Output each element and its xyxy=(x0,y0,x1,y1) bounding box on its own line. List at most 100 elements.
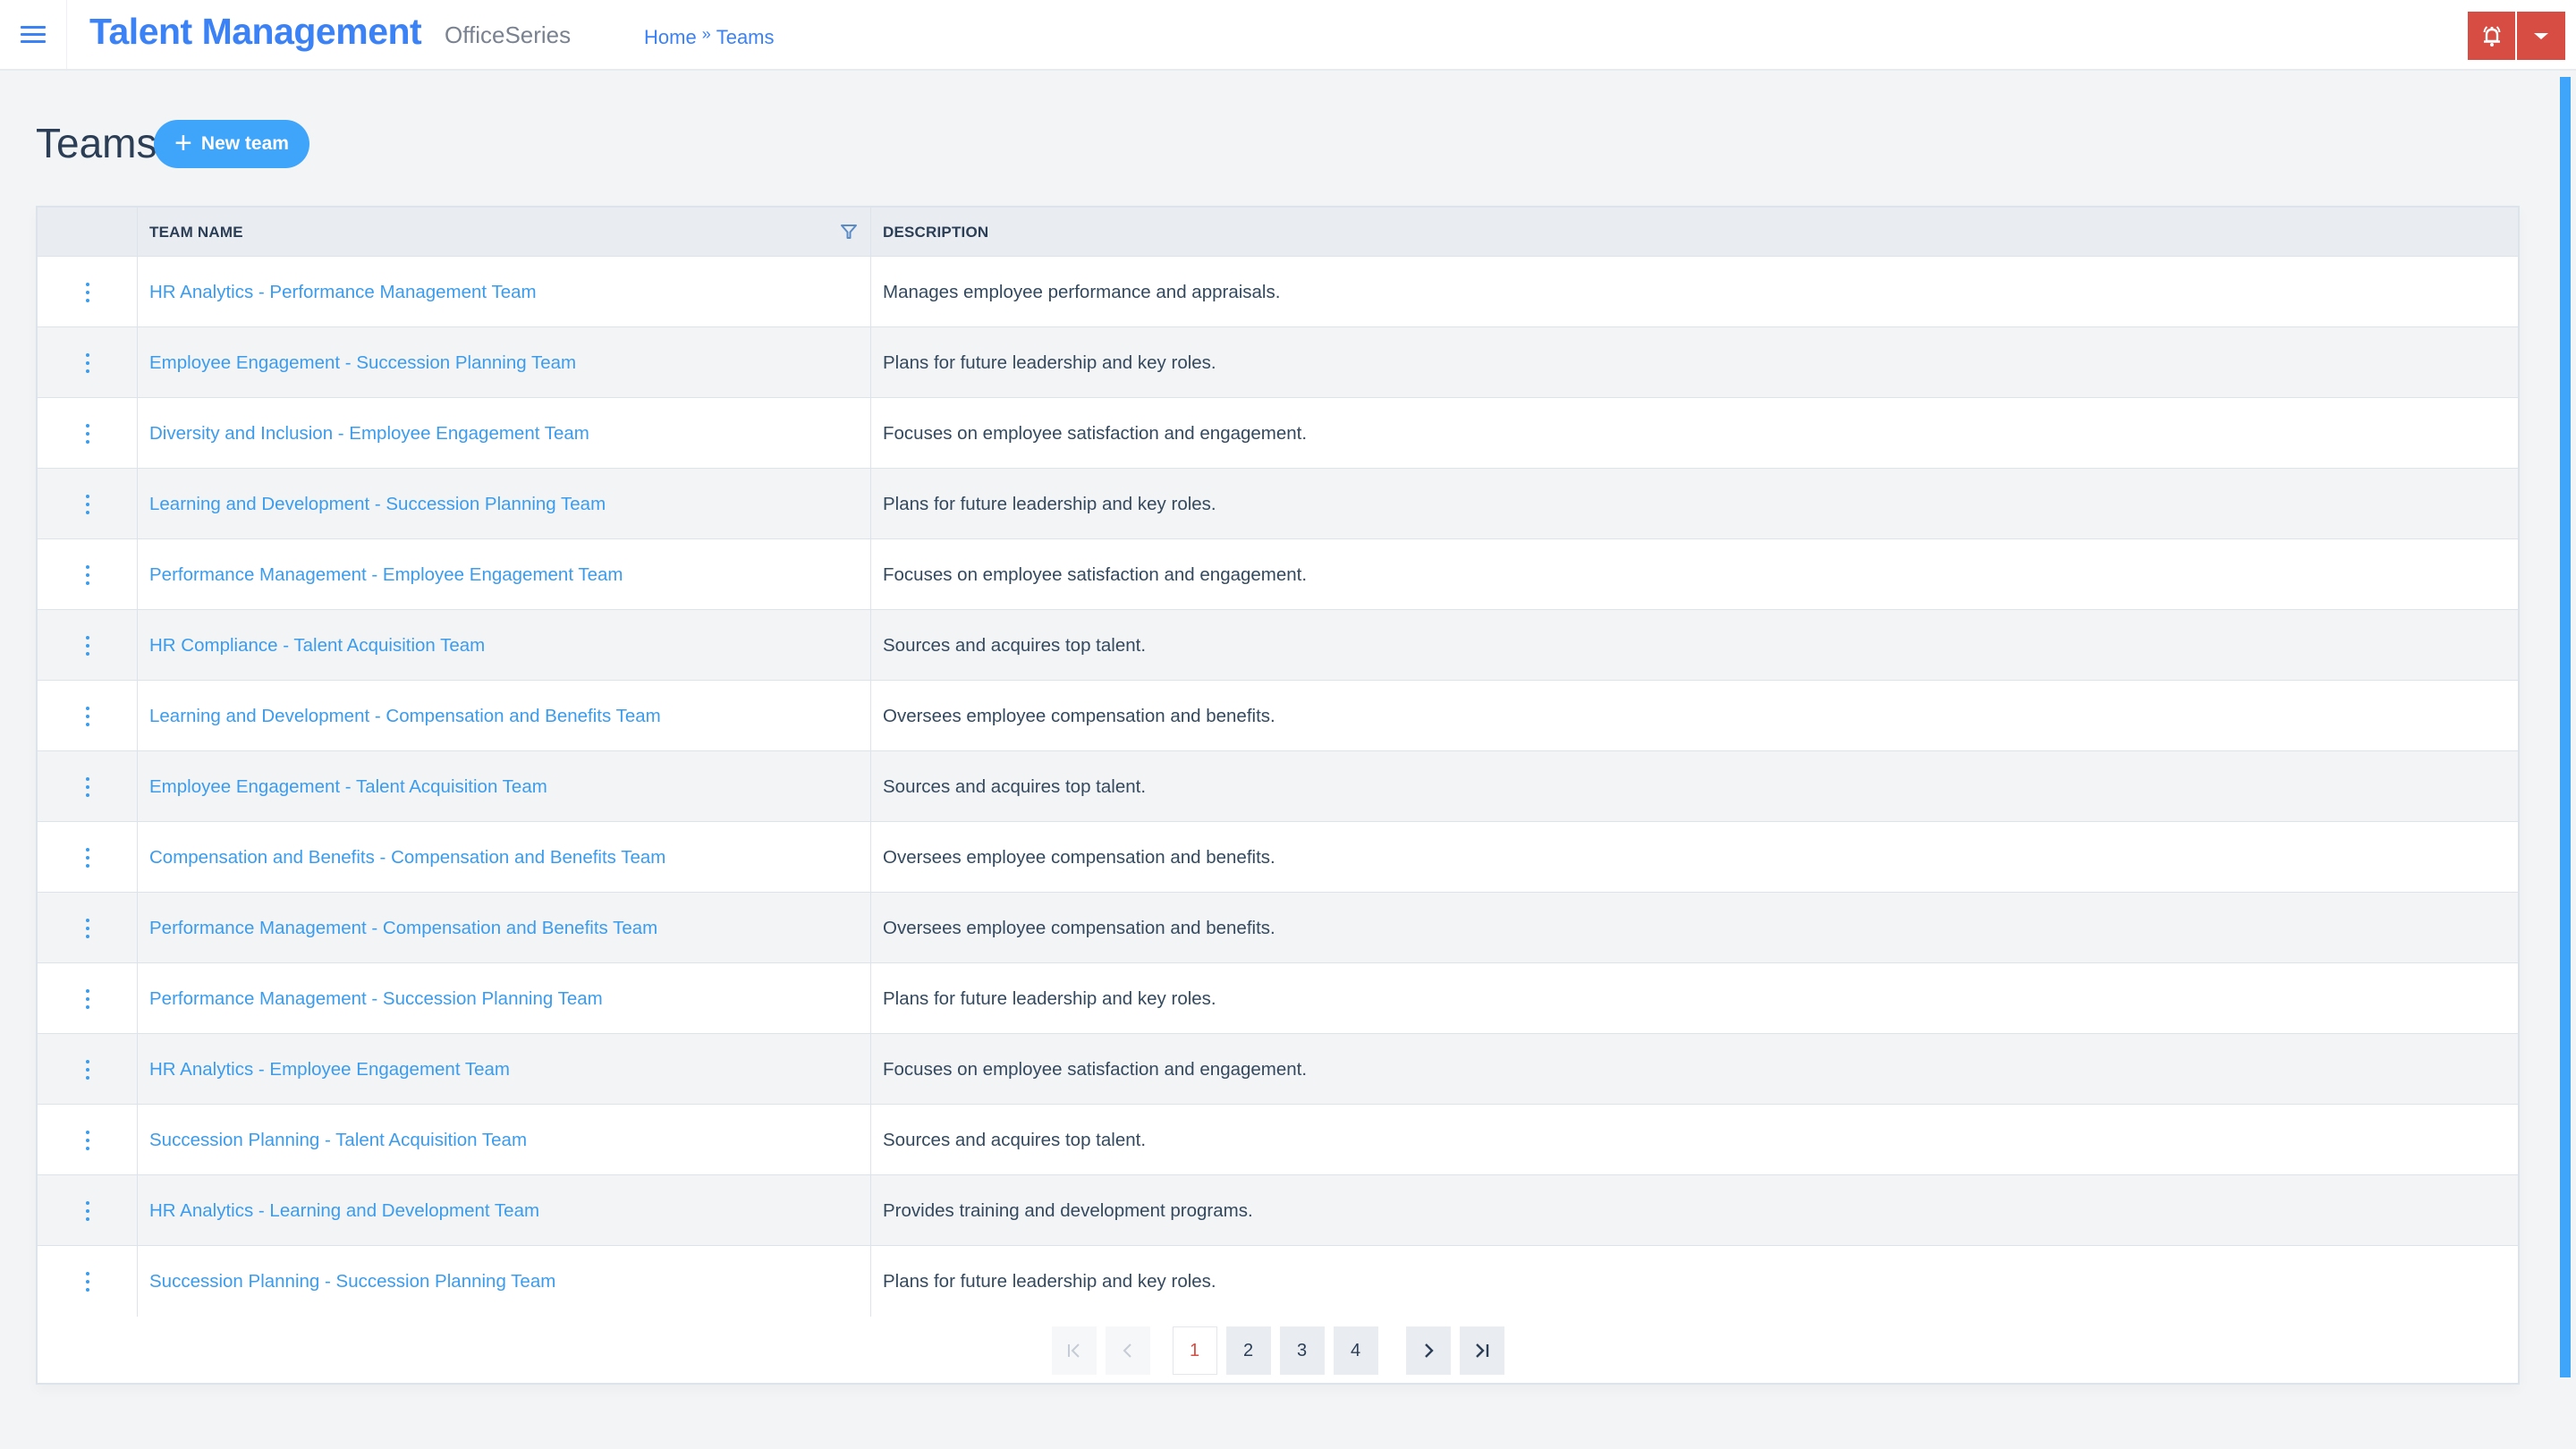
team-name-link[interactable]: HR Compliance - Talent Acquisition Team xyxy=(149,635,485,657)
kebab-menu-icon[interactable] xyxy=(79,420,97,447)
column-header-description[interactable]: DESCRIPTION xyxy=(871,208,2520,257)
kebab-menu-icon[interactable] xyxy=(79,1268,97,1295)
team-name-cell: Succession Planning - Talent Acquisition… xyxy=(138,1105,871,1175)
team-name-link[interactable]: Diversity and Inclusion - Employee Engag… xyxy=(149,423,589,445)
kebab-menu-icon[interactable] xyxy=(79,986,97,1013)
table-row: Performance Management - Employee Engage… xyxy=(38,539,2518,610)
team-name-link[interactable]: HR Analytics - Learning and Development … xyxy=(149,1200,539,1222)
row-actions-cell xyxy=(38,963,138,1034)
description-cell: Provides training and development progra… xyxy=(883,1199,1253,1221)
kebab-menu-icon[interactable] xyxy=(79,350,97,377)
kebab-menu-icon[interactable] xyxy=(79,562,97,589)
team-name-link[interactable]: Performance Management - Compensation an… xyxy=(149,918,657,939)
alerts-button[interactable] xyxy=(2468,12,2515,60)
first-page-icon xyxy=(1067,1343,1080,1358)
team-name-cell: Performance Management - Employee Engage… xyxy=(138,539,871,610)
table-body: HR Analytics - Performance Management Te… xyxy=(38,257,2518,1317)
table-row: Performance Management - Compensation an… xyxy=(38,893,2518,963)
breadcrumb: Home » Teams xyxy=(644,24,775,49)
breadcrumb-teams[interactable]: Teams xyxy=(716,26,775,49)
pagination: 1 2 3 4 xyxy=(38,1326,2518,1376)
team-name-cell: Employee Engagement - Succession Plannin… xyxy=(138,327,871,398)
menu-toggle-button[interactable] xyxy=(0,0,67,69)
team-name-link[interactable]: Succession Planning - Talent Acquisition… xyxy=(149,1130,527,1151)
team-name-cell: Performance Management - Compensation an… xyxy=(138,893,871,963)
kebab-menu-icon[interactable] xyxy=(79,632,97,659)
kebab-menu-icon[interactable] xyxy=(79,279,97,306)
team-name-link[interactable]: Succession Planning - Succession Plannin… xyxy=(149,1271,555,1292)
last-page-icon xyxy=(1475,1343,1488,1358)
description-cell: Sources and acquires top talent. xyxy=(883,634,1147,656)
first-page-button[interactable] xyxy=(1051,1326,1097,1375)
table-row: HR Analytics - Performance Management Te… xyxy=(38,257,2518,327)
kebab-menu-icon[interactable] xyxy=(79,1056,97,1083)
description-cell: Focuses on employee satisfaction and eng… xyxy=(883,1058,1308,1080)
last-page-button[interactable] xyxy=(1459,1326,1504,1375)
table-row: HR Compliance - Talent Acquisition Team S… xyxy=(38,610,2518,681)
vertical-scrollbar[interactable] xyxy=(2560,77,2571,1377)
description-cell: Manages employee performance and apprais… xyxy=(883,281,1281,302)
team-name-link[interactable]: HR Analytics - Employee Engagement Team xyxy=(149,1059,510,1080)
team-name-cell: Compensation and Benefits - Compensation… xyxy=(138,822,871,893)
breadcrumb-home[interactable]: Home xyxy=(644,26,697,49)
table-row: Performance Management - Succession Plan… xyxy=(38,963,2518,1034)
row-actions-cell xyxy=(38,610,138,681)
team-name-cell: Diversity and Inclusion - Employee Engag… xyxy=(138,398,871,469)
row-actions-cell xyxy=(38,1105,138,1175)
chevron-right-icon xyxy=(1424,1343,1434,1358)
next-page-button[interactable] xyxy=(1405,1326,1451,1375)
team-name-cell: Employee Engagement - Talent Acquisition… xyxy=(138,751,871,822)
breadcrumb-separator: » xyxy=(701,24,711,43)
table-row: Compensation and Benefits - Compensation… xyxy=(38,822,2518,893)
team-name-link[interactable]: Performance Management - Employee Engage… xyxy=(149,564,623,586)
team-name-link[interactable]: Employee Engagement - Talent Acquisition… xyxy=(149,776,547,798)
row-actions-cell xyxy=(38,469,138,539)
page-title: Teams xyxy=(36,120,157,166)
page-button-3[interactable]: 3 xyxy=(1279,1326,1325,1375)
table-row: Learning and Development - Compensation … xyxy=(38,681,2518,751)
description-cell: Plans for future leadership and key role… xyxy=(883,987,1216,1009)
description-cell: Plans for future leadership and key role… xyxy=(883,352,1216,373)
team-name-link[interactable]: Learning and Development - Succession Pl… xyxy=(149,494,606,515)
team-name-link[interactable]: Compensation and Benefits - Compensation… xyxy=(149,847,665,869)
page-button-4[interactable]: 4 xyxy=(1333,1326,1378,1375)
team-name-link[interactable]: Performance Management - Succession Plan… xyxy=(149,988,603,1010)
kebab-menu-icon[interactable] xyxy=(79,774,97,801)
row-actions-cell xyxy=(38,751,138,822)
kebab-menu-icon[interactable] xyxy=(79,1198,97,1224)
user-dropdown-button[interactable] xyxy=(2517,12,2565,60)
app-title[interactable]: Talent Management xyxy=(89,11,422,53)
previous-page-button[interactable] xyxy=(1105,1326,1150,1375)
new-team-button[interactable]: + New team xyxy=(154,120,309,168)
kebab-menu-icon[interactable] xyxy=(79,491,97,518)
column-header-actions xyxy=(38,208,138,257)
top-navbar: Talent Management OfficeSeries Home » Te… xyxy=(0,0,2576,71)
description-cell: Plans for future leadership and key role… xyxy=(883,493,1216,514)
team-name-link[interactable]: HR Analytics - Performance Management Te… xyxy=(149,282,537,303)
team-name-link[interactable]: Learning and Development - Compensation … xyxy=(149,706,661,727)
page-button-1[interactable]: 1 xyxy=(1172,1326,1217,1375)
row-actions-cell xyxy=(38,1246,138,1317)
plus-icon: + xyxy=(174,125,192,160)
description-cell: Sources and acquires top talent. xyxy=(883,1129,1147,1150)
page-button-2[interactable]: 2 xyxy=(1225,1326,1271,1375)
table-header: TEAM NAME DESCRIPTION xyxy=(38,208,2518,257)
column-header-team-name-label: TEAM NAME xyxy=(149,223,243,241)
kebab-menu-icon[interactable] xyxy=(79,703,97,730)
filter-icon[interactable] xyxy=(840,223,858,241)
column-header-team-name[interactable]: TEAM NAME xyxy=(138,208,871,257)
team-name-cell: HR Analytics - Learning and Development … xyxy=(138,1175,871,1246)
row-actions-cell xyxy=(38,257,138,327)
row-actions-cell xyxy=(38,822,138,893)
kebab-menu-icon[interactable] xyxy=(79,1127,97,1154)
kebab-menu-icon[interactable] xyxy=(79,915,97,942)
team-name-cell: HR Analytics - Performance Management Te… xyxy=(138,257,871,327)
new-team-button-label: New team xyxy=(200,133,289,154)
team-name-cell: Learning and Development - Compensation … xyxy=(138,681,871,751)
kebab-menu-icon[interactable] xyxy=(79,844,97,871)
suite-name: OfficeSeries xyxy=(445,21,572,48)
team-name-link[interactable]: Employee Engagement - Succession Plannin… xyxy=(149,352,576,374)
table-row: Succession Planning - Succession Plannin… xyxy=(38,1246,2518,1317)
hamburger-menu-icon xyxy=(21,25,46,44)
row-actions-cell xyxy=(38,893,138,963)
